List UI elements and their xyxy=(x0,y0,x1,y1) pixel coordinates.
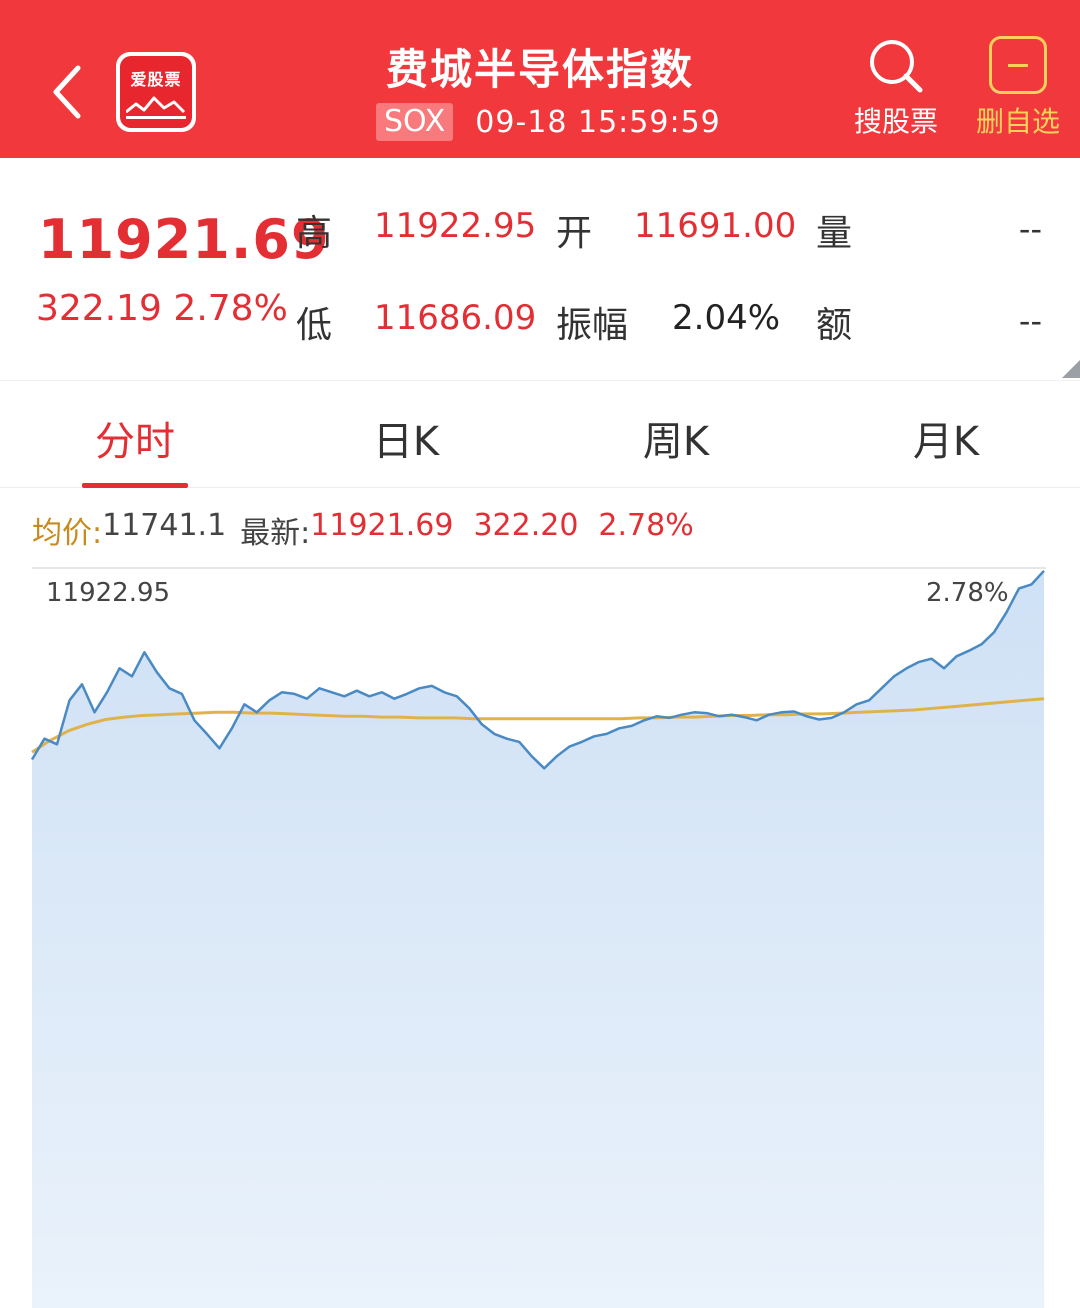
symbol-line: SOX 09-18 15:59:59 xyxy=(376,102,721,142)
tab-daily-k[interactable]: 日K xyxy=(306,409,506,467)
logo-chart-icon xyxy=(126,96,186,119)
volume-label: 量 xyxy=(816,213,853,254)
amplitude-label: 振幅 xyxy=(556,305,629,346)
open-label: 开 xyxy=(556,213,593,254)
remove-watchlist-label: 删自选 xyxy=(975,105,1060,138)
change-percent: 2.78% xyxy=(173,288,288,329)
quote-panel: 11921.69 322.19 2.78% 高 11922.95 开 11691… xyxy=(0,158,1080,380)
volume-value: -- xyxy=(1018,210,1042,248)
low-value: 11686.09 xyxy=(374,298,537,338)
high-value: 11922.95 xyxy=(374,206,537,246)
amplitude-value: 2.04% xyxy=(672,298,781,338)
search-stock-button[interactable]: 搜股票 xyxy=(846,36,946,140)
latest-price-label: 最新: xyxy=(240,516,311,551)
back-button[interactable] xyxy=(40,56,100,126)
tab-weekly-k[interactable]: 周K xyxy=(576,409,776,467)
intraday-chart[interactable] xyxy=(0,564,1080,1308)
open-value: 11691.00 xyxy=(634,206,797,246)
search-label: 搜股票 xyxy=(853,105,938,138)
chevron-left-icon xyxy=(53,65,81,119)
intraday-summary: 均价: 11741.1 最新: 11921.69 322.20 2.78% xyxy=(32,508,694,552)
high-label: 高 xyxy=(296,213,333,254)
low-label: 低 xyxy=(296,305,333,346)
panel-corner-mark xyxy=(1062,360,1080,378)
price-change: 322.19 2.78% xyxy=(36,288,288,329)
remove-watchlist-button[interactable]: 删自选 xyxy=(966,36,1070,140)
avg-price-label: 均价: xyxy=(32,516,103,551)
tab-monthly-k[interactable]: 月K xyxy=(846,409,1046,467)
chart-tabs: 分时 日K 周K 月K xyxy=(0,380,1080,488)
minus-square-icon xyxy=(989,36,1047,94)
turnover-label: 额 xyxy=(816,305,853,346)
change-value: 322.19 xyxy=(36,288,162,329)
latest-change-value: 322.20 xyxy=(473,508,579,543)
tab-intraday[interactable]: 分时 xyxy=(35,409,235,467)
app-header: 爱股票 费城半导体指数 SOX 09-18 15:59:59 搜股票 删自选 xyxy=(0,0,1080,158)
avg-price-value: 11741.1 xyxy=(102,508,227,543)
last-price: 11921.69 xyxy=(38,208,330,271)
active-tab-indicator xyxy=(82,483,188,488)
page-title: 费城半导体指数 xyxy=(385,45,694,94)
chart-max-pct-label: 2.78% xyxy=(926,578,1009,608)
latest-price-value: 11921.69 xyxy=(310,508,454,543)
latest-change-percent: 2.78% xyxy=(598,508,694,543)
turnover-value: -- xyxy=(1018,302,1042,340)
app-logo: 爱股票 xyxy=(116,52,196,132)
search-icon xyxy=(870,40,923,93)
chart-max-price-label: 11922.95 xyxy=(46,578,171,608)
symbol-code: SOX xyxy=(376,103,454,141)
quote-datetime: 09-18 15:59:59 xyxy=(475,104,721,140)
price-area-fill xyxy=(32,570,1044,1308)
logo-text: 爱股票 xyxy=(130,70,182,89)
